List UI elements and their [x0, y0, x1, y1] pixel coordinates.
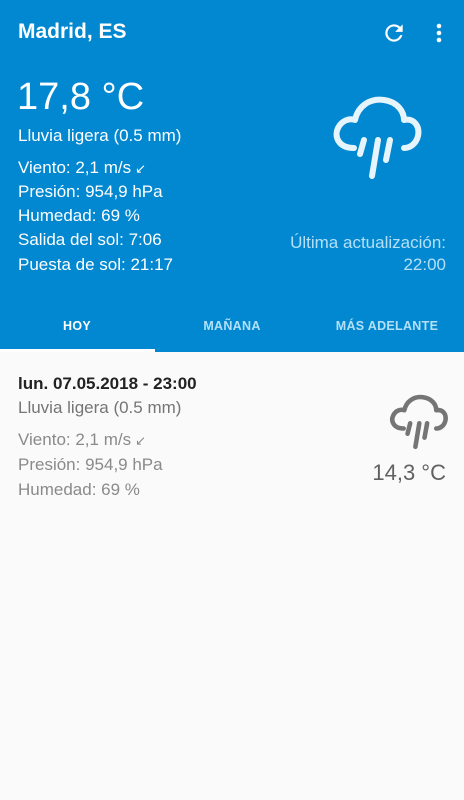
- last-updated-time: 22:00: [403, 255, 446, 274]
- humidity-text: Humedad: 69 %: [18, 206, 140, 225]
- tab-manana[interactable]: MAÑANA: [155, 300, 309, 352]
- forecast-wind-row: Viento: 2,1 m/s ↙: [18, 430, 146, 450]
- forecast-humidity: Humedad: 69 %: [18, 480, 140, 499]
- last-updated-label: Última actualización:: [290, 233, 446, 252]
- tab-mas-adelante[interactable]: MÁS ADELANTE: [310, 300, 464, 352]
- forecast-tabs: HOY MAÑANA MÁS ADELANTE: [0, 300, 464, 352]
- rain-cloud-icon: [386, 392, 450, 452]
- toolbar: Madrid, ES: [0, 0, 464, 68]
- current-temperature: 17,8 °C: [17, 76, 145, 118]
- last-updated: Última actualización: 22:00: [290, 232, 446, 276]
- forecast-temperature: 14,3 °C: [372, 460, 446, 485]
- sunrise-text: Salida del sol: 7:06: [18, 230, 162, 249]
- forecast-wind-direction-icon: ↙: [135, 433, 146, 448]
- forecast-pressure: Presión: 954,9 hPa: [18, 455, 163, 474]
- refresh-icon[interactable]: [381, 20, 407, 46]
- current-condition: Lluvia ligera (0.5 mm): [18, 126, 182, 145]
- wind-row: Viento: 2,1 m/s ↙: [18, 158, 146, 178]
- rain-cloud-icon: [328, 92, 424, 184]
- city-title: Madrid, ES: [18, 20, 127, 43]
- more-vert-icon[interactable]: [428, 20, 450, 46]
- selected-tab-indicator: [0, 349, 155, 352]
- forecast-wind-text: Viento: 2,1 m/s: [18, 430, 132, 449]
- pressure-text: Presión: 954,9 hPa: [18, 182, 163, 201]
- sunset-text: Puesta de sol: 21:17: [18, 255, 174, 274]
- forecast-condition: Lluvia ligera (0.5 mm): [18, 398, 182, 417]
- forecast-datetime: lun. 07.05.2018 - 23:00: [18, 374, 197, 393]
- current-weather-header: Madrid, ES 17,8 °C Lluvia ligera (0.5 mm…: [0, 0, 464, 352]
- wind-text: Viento: 2,1 m/s: [18, 158, 132, 177]
- tab-hoy[interactable]: HOY: [0, 300, 154, 352]
- wind-direction-icon: ↙: [135, 161, 146, 176]
